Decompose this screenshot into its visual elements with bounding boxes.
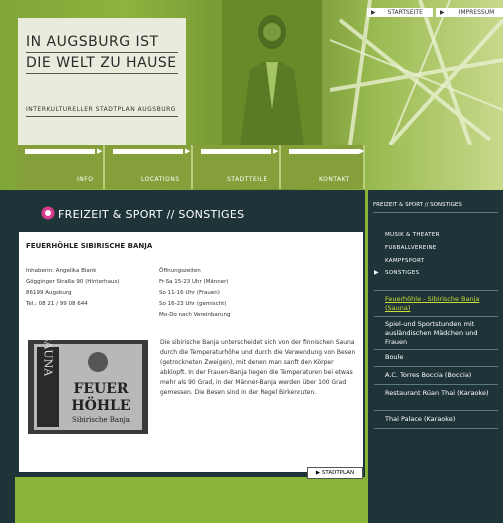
sidebar-link-feuerhoehle[interactable]: Feuerhöhle - Sibirische Banja (Sauna) — [385, 295, 497, 313]
divider — [374, 410, 498, 411]
title-underline — [26, 73, 178, 74]
sidebar-link-boule[interactable]: Boule — [385, 353, 497, 362]
nav-locations[interactable]: ▶ LOCATIONS — [105, 145, 193, 189]
arrow-icon: ▶ — [371, 9, 376, 16]
category-fussballvereine[interactable]: FUßBALLVEREINE — [385, 245, 437, 251]
meditating-figure-image — [222, 0, 322, 145]
header-banner: IN AUGSBURG IST DIE WELT ZU HAUSE INTERK… — [0, 0, 503, 190]
arrow-icon: ▶ — [440, 9, 445, 16]
divider — [374, 366, 498, 367]
sauna-photo: SAUNA FEUER HÖHLE Sibirische Banja — [28, 340, 148, 434]
photo-sign-line2: HÖHLE — [71, 395, 130, 414]
section-title: FREIZEIT & SPORT // SONSTIGES — [58, 208, 245, 221]
divider — [374, 316, 498, 317]
photo-sign-vertical: SAUNA — [42, 340, 55, 377]
title-box: IN AUGSBURG IST DIE WELT ZU HAUSE INTERK… — [18, 18, 186, 145]
divider — [374, 428, 498, 429]
title-underline — [26, 52, 178, 53]
section-header: FREIZEIT & SPORT // SONSTIGES — [15, 200, 365, 232]
arrow-icon: ▶ — [359, 147, 365, 155]
sidebar: MUSIK & THEATER FUßBALLVEREINE KAMPFSPOR… — [368, 190, 503, 523]
address-line: Inhaberin: Angelika Blank — [26, 268, 97, 274]
hours-line: So 16-23 Uhr (gemischt) — [159, 301, 227, 307]
divider — [374, 349, 498, 350]
hours-line: Fr-Sa 15-23 Uhr (Männer) — [159, 279, 229, 285]
address-line: 86199 Augsburg — [26, 290, 72, 296]
photo-sign-line3: Sibirische Banja — [72, 416, 130, 424]
divider — [374, 384, 498, 385]
sidebar-link-ruan-thai[interactable]: Restaurant Rüan Thai (Karaoke) — [385, 389, 497, 398]
sidebar-link-spielstunden[interactable]: Spiel-und Sportstunden mit ausländischen… — [385, 320, 497, 347]
arrow-icon: ▶ — [97, 147, 103, 155]
site-title-line2: DIE WELT ZU HAUSE — [26, 55, 177, 71]
site-title-line1: IN AUGSBURG IST — [26, 34, 159, 50]
nav-kontakt[interactable]: ▶ KONTAKT — [281, 145, 365, 189]
arrow-icon: ▶ — [185, 147, 191, 155]
entry-description: Die sibirische Banja unterscheidet sich … — [160, 339, 356, 396]
site-subtitle: INTERKULTURELLER STADTPLAN AUGSBURG — [26, 106, 176, 113]
category-musik-theater[interactable]: MUSIK & THEATER — [385, 232, 440, 238]
sport-icon — [41, 206, 55, 220]
address-line: Gögginger Straße 90 (Hinterhaus) — [26, 279, 120, 285]
nav-info[interactable]: ▶ INFO — [17, 145, 105, 189]
sidebar-link-torres-boccia[interactable]: A.C. Torres Boccia (Boccia) — [385, 371, 497, 380]
divider — [374, 290, 498, 291]
sidebar-link-thai-palace[interactable]: Thai Palace (Karaoke) — [385, 415, 497, 424]
nav-stadtteile[interactable]: ▶ STADTTEILE — [193, 145, 281, 189]
category-kampfsport[interactable]: KAMPFSPORT — [385, 258, 424, 264]
photo-sign-line1: FEUER — [73, 381, 128, 397]
hours-line: Mo-Do nach Vereinbarung — [159, 312, 231, 318]
category-sonstiges[interactable]: SONSTIGES — [385, 270, 419, 276]
title-underline — [26, 116, 178, 117]
left-strip — [0, 190, 15, 523]
sidebar-heading: FREIZEIT & SPORT // SONSTIGES — [373, 198, 498, 213]
hours-line: So 11-16 Uhr (Frauen) — [159, 290, 220, 296]
arrow-icon: ▶ — [374, 269, 379, 276]
entry-title: FEUERHÖHLE SIBIRISCHE BANJA — [26, 242, 153, 250]
impressum-link[interactable]: ▶ IMPRESSUM — [436, 8, 503, 17]
startseite-link[interactable]: ▶ STARTSEITE — [367, 8, 433, 17]
stadtplan-button[interactable]: ▶ STADTPLAN — [307, 467, 363, 479]
map-decoration — [330, 0, 503, 145]
hours-line: Öffnungszeiten — [159, 268, 201, 274]
phone-line: Tel.: 08 21 / 99 08 644 — [26, 301, 88, 307]
arrow-icon: ▶ — [273, 147, 279, 155]
